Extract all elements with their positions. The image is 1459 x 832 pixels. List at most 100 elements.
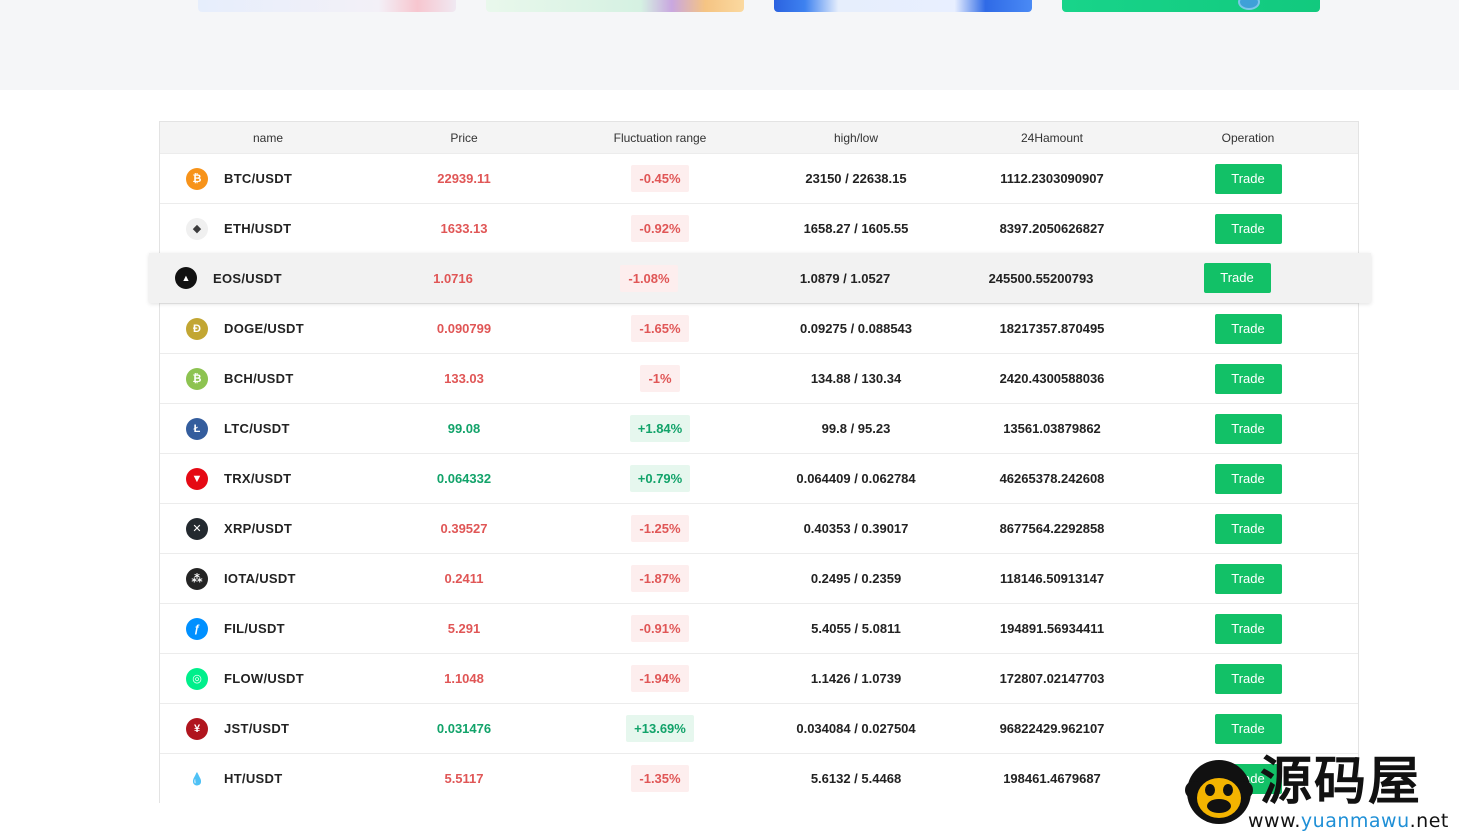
trade-button[interactable]: Trade bbox=[1214, 313, 1282, 344]
pair-label: JST/USDT bbox=[224, 721, 290, 736]
high-low-value: 0.064409 / 0.062784 bbox=[796, 471, 916, 486]
fluctuation-badge: +1.84% bbox=[629, 415, 691, 442]
table-row[interactable]: ◎ FLOW/USDT 1.1048 -1.94% 1.1426 / 1.0739 172… bbox=[160, 653, 1358, 703]
operation-cell: Trade bbox=[1160, 463, 1336, 494]
pair-label: EOS/USDT bbox=[213, 270, 282, 286]
amount-value: 118146.50913147 bbox=[999, 571, 1105, 586]
price-value: 5.5117 bbox=[444, 771, 484, 786]
fluctuation-cell: -1.94% bbox=[552, 665, 768, 692]
trade-button[interactable]: Trade bbox=[1203, 263, 1271, 293]
table-row[interactable]: Ð DOGE/USDT 0.090799 -1.65% 0.09275 / 0.0885… bbox=[160, 303, 1358, 353]
pair-label: ETH/USDT bbox=[224, 221, 292, 236]
fluctuation-badge: +13.69% bbox=[626, 715, 694, 742]
table-row[interactable]: ▼ TRX/USDT 0.064332 +0.79% 0.064409 / 0.0627… bbox=[160, 453, 1358, 503]
trade-button[interactable]: Trade bbox=[1214, 163, 1282, 194]
operation-cell: Trade bbox=[1160, 213, 1336, 244]
pair-label: XRP/USDT bbox=[224, 521, 293, 536]
ht-icon: 💧 bbox=[186, 767, 208, 790]
trade-button[interactable]: Trade bbox=[1214, 413, 1282, 444]
pair-cell: Ð DOGE/USDT bbox=[160, 317, 376, 340]
pair-label: FIL/USDT bbox=[224, 621, 285, 636]
amount-value: 8397.2050626827 bbox=[999, 221, 1105, 236]
operation-cell: Trade bbox=[1160, 163, 1336, 194]
header-operation: Operation bbox=[1221, 130, 1275, 145]
operation-cell: Trade bbox=[1160, 663, 1336, 694]
fluctuation-cell: -0.92% bbox=[552, 215, 768, 242]
fluctuation-badge: -1.87% bbox=[631, 565, 689, 592]
watermark: 源码屋 www.yuanmawu.net bbox=[1180, 752, 1459, 832]
doge-icon: Ð bbox=[186, 317, 208, 340]
pair-cell: ▼ TRX/USDT bbox=[160, 467, 376, 490]
promo-banner-3[interactable] bbox=[774, 0, 1032, 12]
table-row[interactable]: ƒ FIL/USDT 5.291 -0.91% 5.4055 / 5.0811 19489… bbox=[160, 603, 1358, 653]
table-row[interactable]: ¥ JST/USDT 0.031476 +13.69% 0.034084 / 0.027… bbox=[160, 703, 1358, 753]
price-value: 5.291 bbox=[447, 621, 481, 636]
table-row[interactable]: Ł LTC/USDT 99.08 +1.84% 99.8 / 95.23 13561.03… bbox=[160, 403, 1358, 453]
price-value: 0.39527 bbox=[440, 521, 488, 536]
trade-button[interactable]: Trade bbox=[1214, 363, 1282, 394]
table-row[interactable]: ◆ ETH/USDT 1633.13 -0.92% 1658.27 / 1605.55 8… bbox=[160, 203, 1358, 253]
promo-banner-1[interactable] bbox=[198, 0, 456, 12]
fluctuation-cell: -1.08% bbox=[541, 264, 757, 292]
fluctuation-cell: -0.45% bbox=[552, 165, 768, 192]
fluctuation-badge: -1.94% bbox=[631, 665, 689, 692]
bch-icon: ₿ bbox=[186, 367, 208, 390]
promo-banner-2[interactable] bbox=[486, 0, 744, 12]
price-value: 0.064332 bbox=[436, 471, 492, 486]
operation-cell: Trade bbox=[1160, 613, 1336, 644]
trade-button[interactable]: Trade bbox=[1214, 663, 1282, 694]
trade-button[interactable]: Trade bbox=[1214, 613, 1282, 644]
price-value: 1633.13 bbox=[440, 221, 488, 236]
trade-button[interactable]: Trade bbox=[1214, 213, 1282, 244]
price-value: 99.08 bbox=[447, 421, 481, 436]
fluctuation-badge: +0.79% bbox=[629, 465, 691, 492]
amount-value: 1112.2303090907 bbox=[1000, 171, 1104, 186]
price-value: 22939.11 bbox=[437, 171, 491, 186]
pair-cell: Ł LTC/USDT bbox=[160, 417, 376, 440]
fluctuation-cell: -0.91% bbox=[552, 615, 768, 642]
table-row[interactable]: 💧 HT/USDT 5.5117 -1.35% 5.6132 / 5.4468 19846… bbox=[160, 753, 1358, 803]
pair-label: BTC/USDT bbox=[224, 171, 293, 186]
amount-value: 8677564.2292858 bbox=[999, 521, 1105, 536]
operation-cell: Trade bbox=[1160, 313, 1336, 344]
fluctuation-badge: -0.92% bbox=[631, 215, 689, 242]
market-table: name Price Fluctuation range high/low 24… bbox=[149, 121, 1371, 803]
amount-value: 18217357.870495 bbox=[999, 321, 1105, 336]
header-high-low: high/low bbox=[833, 130, 879, 145]
pair-cell: ƒ FIL/USDT bbox=[160, 617, 376, 640]
trade-button[interactable]: Trade bbox=[1214, 463, 1282, 494]
flow-icon: ◎ bbox=[186, 667, 208, 690]
fluctuation-cell: -1.35% bbox=[552, 765, 768, 792]
pair-label: LTC/USDT bbox=[224, 421, 290, 436]
eos-icon: ▲ bbox=[175, 267, 197, 289]
operation-cell: Trade bbox=[1160, 713, 1336, 744]
pair-cell: ◎ FLOW/USDT bbox=[160, 667, 376, 690]
amount-value: 245500.55200793 bbox=[988, 270, 1094, 286]
table-row[interactable]: ✕ XRP/USDT 0.39527 -1.25% 0.40353 / 0.39017 8… bbox=[160, 503, 1358, 553]
watermark-url-prefix: www. bbox=[1248, 810, 1301, 832]
watermark-url-suffix: .net bbox=[1409, 810, 1449, 832]
trade-button[interactable]: Trade bbox=[1214, 563, 1282, 594]
iota-icon: ⁂ bbox=[186, 567, 208, 590]
table-row[interactable]: ⁂ IOTA/USDT 0.2411 -1.87% 0.2495 / 0.2359 118… bbox=[160, 553, 1358, 603]
amount-value: 96822429.962107 bbox=[999, 721, 1105, 736]
table-row[interactable]: ▲ EOS/USDT 1.0716 -1.08% 1.0879 / 1.0527 2455… bbox=[149, 253, 1371, 303]
high-low-value: 5.6132 / 5.4468 bbox=[810, 771, 902, 786]
pair-cell: ¥ JST/USDT bbox=[160, 717, 376, 740]
fluctuation-badge: -0.45% bbox=[631, 165, 689, 192]
monkey-logo-icon bbox=[1185, 760, 1253, 824]
trade-button[interactable]: Trade bbox=[1214, 713, 1282, 744]
pair-label: FLOW/USDT bbox=[224, 671, 304, 686]
table-row[interactable]: ₿ BCH/USDT 133.03 -1% 134.88 / 130.34 2420.43… bbox=[160, 353, 1358, 403]
table-header: name Price Fluctuation range high/low 24… bbox=[160, 122, 1358, 153]
pair-cell: ◆ ETH/USDT bbox=[160, 217, 376, 240]
price-value: 1.0716 bbox=[433, 270, 473, 286]
price-value: 1.1048 bbox=[444, 671, 484, 686]
header-fluctuation: Fluctuation range bbox=[613, 130, 707, 145]
header-24h-amount: 24Hamount bbox=[1020, 130, 1084, 145]
operation-cell: Trade bbox=[1160, 513, 1336, 544]
promo-banner-4[interactable] bbox=[1062, 0, 1320, 12]
operation-cell: Trade bbox=[1160, 563, 1336, 594]
table-row[interactable]: ₿ BTC/USDT 22939.11 -0.45% 23150 / 22638.15 1… bbox=[160, 153, 1358, 203]
trade-button[interactable]: Trade bbox=[1214, 513, 1282, 544]
